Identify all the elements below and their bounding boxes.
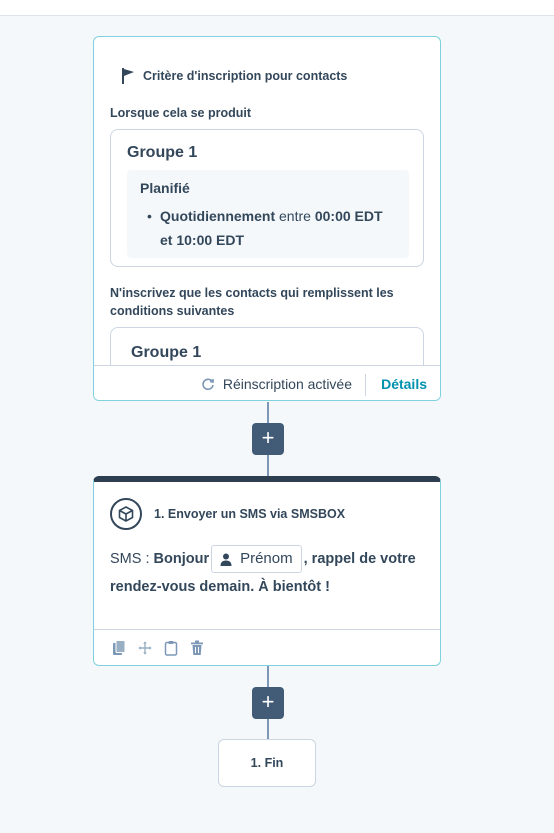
conditions-label: N'inscrivez que les contacts qui remplis…: [110, 286, 394, 318]
sms-prefix: SMS :: [110, 551, 150, 567]
personalization-token[interactable]: Prénom: [211, 545, 302, 574]
cube-icon: [110, 498, 142, 530]
divider: [365, 374, 366, 396]
trigger-title: Critère d'inscription pour contacts: [143, 69, 348, 83]
trigger-group-1[interactable]: Groupe 1 Planifié • Quotidiennement entr…: [110, 129, 424, 267]
details-link[interactable]: Détails: [381, 376, 427, 392]
group-title: Groupe 1: [131, 344, 202, 361]
schedule-between: entre: [279, 208, 311, 224]
schedule-start: 00:00 EDT: [314, 208, 383, 224]
flag-icon: [122, 68, 134, 84]
clone-icon[interactable]: [112, 640, 126, 656]
reenrollment-label: Réinscription activée: [222, 376, 352, 392]
schedule-item: • Quotidiennement entre 00:00 EDT et 10:…: [147, 208, 383, 248]
enrollment-trigger-card[interactable]: Critère d'inscription pour contacts Lors…: [93, 36, 441, 401]
top-bar: [0, 0, 554, 16]
schedule-and: et: [160, 232, 173, 248]
group-title: Groupe 1: [127, 144, 198, 161]
sms-action-card[interactable]: 1. Envoyer un SMS via SMSBOX SMS : Bonjo…: [93, 476, 441, 666]
trigger-header: Critère d'inscription pour contacts: [119, 67, 347, 85]
reenrollment-status: Réinscription activée: [201, 376, 352, 392]
token-label: Prénom: [240, 550, 293, 568]
end-node[interactable]: 1. Fin: [218, 739, 316, 787]
person-icon: [220, 553, 232, 566]
add-action-button[interactable]: +: [252, 423, 284, 455]
trash-icon[interactable]: [190, 640, 204, 656]
when-label: Lorsque cela se produit: [110, 106, 252, 120]
trigger-footer: Réinscription activée Détails: [94, 365, 440, 400]
sms-message: SMS : Bonjour Prénom, rappel de votre ren…: [110, 545, 430, 601]
action-title: 1. Envoyer un SMS via SMSBOX: [154, 507, 346, 521]
schedule-end: 10:00 EDT: [176, 232, 245, 248]
clipboard-icon[interactable]: [164, 640, 178, 656]
sms-greeting: Bonjour: [153, 551, 210, 567]
add-action-button[interactable]: +: [252, 687, 284, 719]
move-icon[interactable]: [138, 640, 152, 656]
sync-icon: [202, 378, 214, 391]
action-header: 1. Envoyer un SMS via SMSBOX: [110, 498, 345, 530]
schedule-box: Planifié • Quotidiennement entre 00:00 E…: [127, 170, 409, 258]
action-toolbar: [94, 629, 440, 667]
schedule-title: Planifié: [140, 180, 190, 196]
schedule-frequency: Quotidiennement: [160, 208, 276, 224]
